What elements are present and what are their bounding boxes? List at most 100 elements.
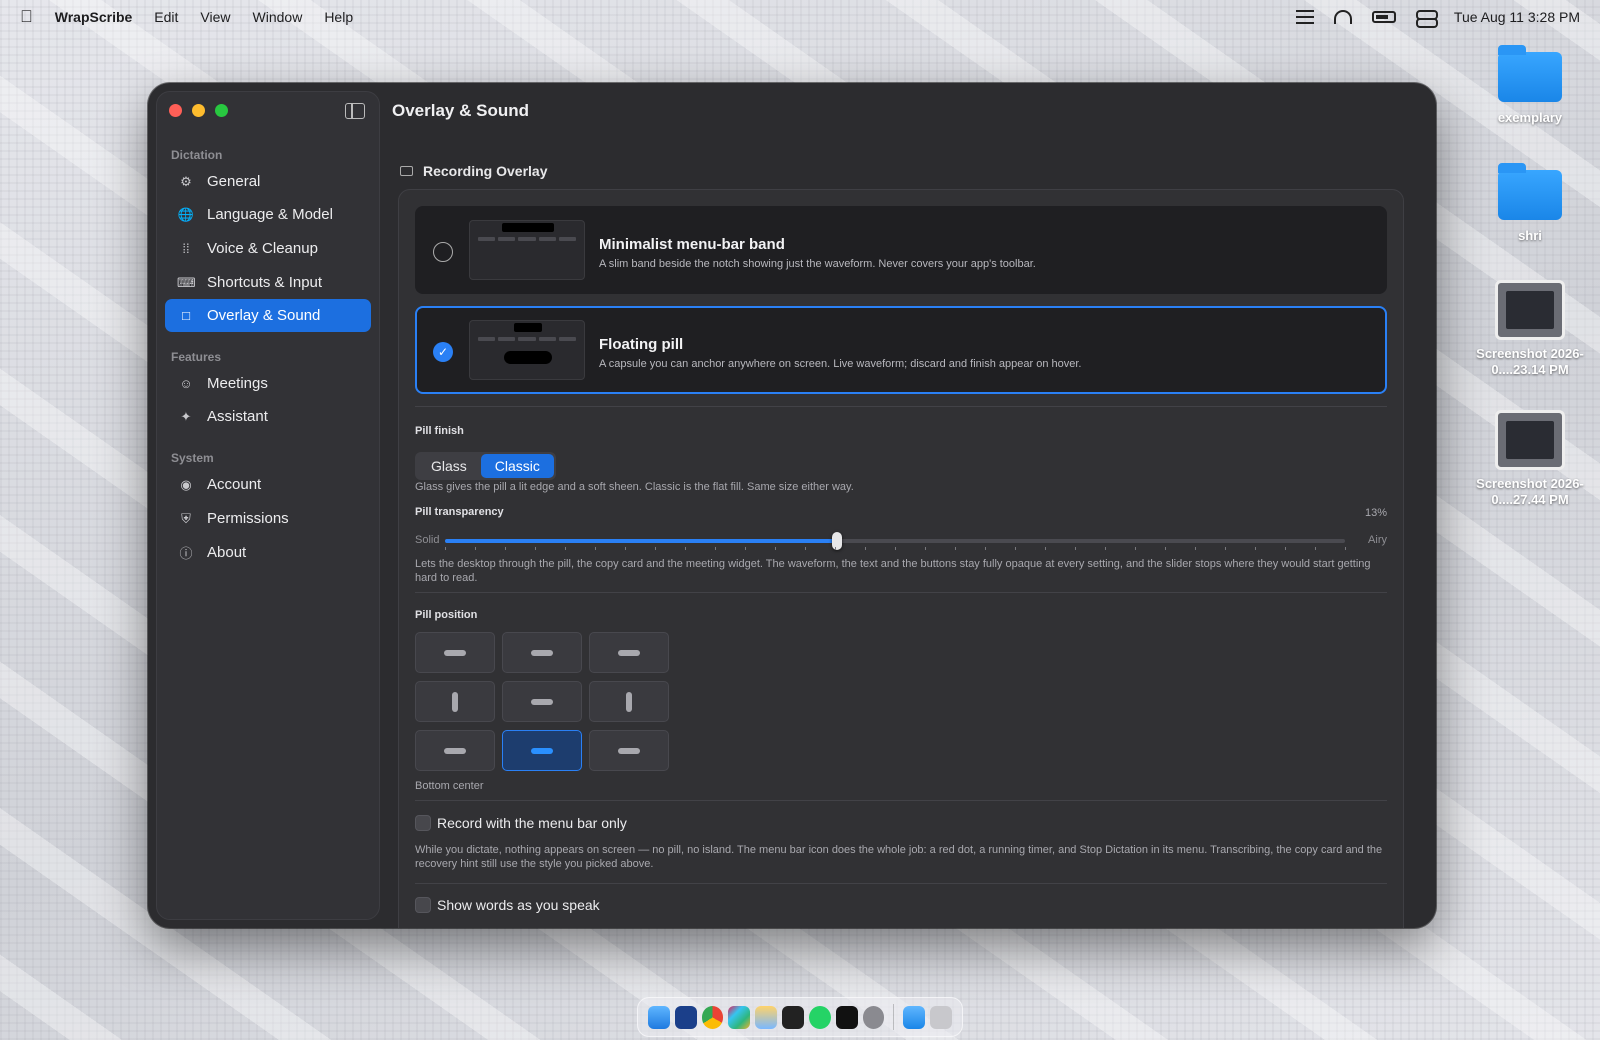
- floating-pill-preview: [469, 320, 585, 380]
- sidebar-item-language-model[interactable]: 🌐 Language & Model: [165, 198, 371, 231]
- folder-icon: [1498, 163, 1562, 220]
- position-top-center[interactable]: [502, 632, 582, 673]
- pill-position-label: Pill position: [415, 609, 478, 621]
- desktop-screenshot-2[interactable]: Screenshot 2026-0....27.44 PM: [1470, 410, 1590, 508]
- app-icon[interactable]: [755, 1005, 778, 1029]
- sidebar-item-meetings[interactable]: ☺ Meetings: [165, 367, 371, 400]
- sidebar-section-features: Features: [171, 350, 222, 364]
- pill-transparency-label: Pill transparency: [415, 506, 504, 518]
- sidebar-item-about[interactable]: ⓘ About: [165, 536, 371, 569]
- whatsapp-icon[interactable]: [808, 1005, 831, 1029]
- folder-icon: [1498, 45, 1562, 102]
- settings-icon[interactable]: [862, 1005, 885, 1029]
- close-button[interactable]: [169, 104, 182, 117]
- menu-view[interactable]: View: [200, 9, 230, 25]
- globe-icon: 🌐: [177, 206, 195, 222]
- sidebar-item-label: Shortcuts & Input: [207, 274, 323, 291]
- apple-icon[interactable]: : [20, 7, 33, 27]
- desktop-folder-exemplary[interactable]: exemplary: [1470, 45, 1590, 125]
- segment-glass[interactable]: Glass: [417, 454, 481, 478]
- option-radio[interactable]: [433, 242, 453, 262]
- screenshot-thumbnail: [1495, 280, 1565, 340]
- menu-bar-only-checkbox[interactable]: [415, 815, 431, 831]
- waveform-app-icon[interactable]: [835, 1005, 858, 1029]
- sidebar-item-assistant[interactable]: ✦ Assistant: [165, 400, 371, 433]
- option-menu-bar-band[interactable]: Minimalist menu-bar band A slim band bes…: [415, 206, 1387, 294]
- battery-icon[interactable]: [1371, 11, 1396, 23]
- sidebar-toggle-icon[interactable]: [345, 103, 365, 119]
- position-middle-right[interactable]: [589, 681, 669, 722]
- desktop-screenshot-1[interactable]: Screenshot 2026-0....23.14 PM: [1470, 280, 1590, 378]
- info-icon: ⓘ: [179, 546, 193, 561]
- slider-tick: [655, 547, 656, 550]
- app-icon[interactable]: [782, 1005, 804, 1029]
- transparency-slider[interactable]: [445, 532, 1345, 550]
- slider-min-label: Solid: [415, 534, 440, 546]
- sidebar-item-label: Language & Model: [207, 206, 333, 223]
- pill-finish-help: Glass gives the pill a lit edge and a so…: [415, 481, 854, 493]
- option-floating-pill[interactable]: ✓ Floating pill A capsule you can anchor…: [415, 306, 1387, 394]
- sidebar-item-label: Account: [207, 476, 262, 493]
- slider-tick: [1195, 547, 1196, 550]
- chrome-icon[interactable]: [701, 1005, 724, 1029]
- sidebar-item-account[interactable]: ◉ Account: [165, 468, 371, 501]
- show-words-label[interactable]: Show words as you speak: [437, 897, 600, 913]
- desktop-icon-label: shri: [1518, 228, 1542, 243]
- trash-icon[interactable]: [930, 1005, 953, 1029]
- main-content: Overlay & Sound Recording Overlay Minima…: [388, 83, 1436, 928]
- divider: [415, 800, 1387, 801]
- position-middle-center[interactable]: [502, 681, 582, 722]
- menu-window[interactable]: Window: [253, 9, 303, 25]
- slider-tick: [1075, 547, 1076, 550]
- option-title: Minimalist menu-bar band: [599, 236, 785, 253]
- position-bottom-center[interactable]: [502, 730, 582, 771]
- position-top-left[interactable]: [415, 632, 495, 673]
- dock-separator: [893, 1004, 895, 1030]
- menu-help[interactable]: Help: [324, 9, 353, 25]
- position-middle-left[interactable]: [415, 681, 495, 722]
- slider-tick: [835, 547, 836, 550]
- position-top-right[interactable]: [589, 632, 669, 673]
- option-title: Floating pill: [599, 336, 684, 353]
- sidebar-item-general[interactable]: ⚙ General: [165, 165, 371, 198]
- slider-tick: [1135, 547, 1136, 550]
- folder-icon[interactable]: [903, 1005, 926, 1029]
- position-bottom-left[interactable]: [415, 730, 495, 771]
- sidebar-section-dictation: Dictation: [171, 148, 223, 162]
- slider-tick: [505, 547, 506, 550]
- pill-mark: [618, 649, 640, 656]
- wifi-icon[interactable]: [1333, 10, 1352, 24]
- desktop-folder-shri[interactable]: shri: [1470, 163, 1590, 243]
- menu-app-name[interactable]: WrapScribe: [55, 9, 133, 25]
- segment-classic[interactable]: Classic: [480, 454, 554, 478]
- pill-mark: [618, 747, 640, 754]
- menu-bar-only-label[interactable]: Record with the menu bar only: [437, 815, 627, 831]
- slider-tick: [1045, 547, 1046, 550]
- preview-toolbar: [478, 337, 577, 341]
- slider-tick: [445, 547, 446, 550]
- menu-clock[interactable]: Tue Aug 11 3:28 PM: [1454, 9, 1580, 25]
- slider-tick: [865, 547, 866, 550]
- sidebar-item-permissions[interactable]: ⛨ Permissions: [165, 502, 371, 535]
- sidebar-item-voice-cleanup[interactable]: ⁞⁞ Voice & Cleanup: [165, 232, 371, 265]
- app-icon[interactable]: [674, 1005, 697, 1029]
- minimize-button[interactable]: [192, 104, 205, 117]
- shield-icon: ⛨: [181, 510, 191, 526]
- show-words-checkbox[interactable]: [415, 897, 431, 913]
- position-bottom-right[interactable]: [589, 730, 669, 771]
- pill-mark: [531, 649, 553, 656]
- zoom-button[interactable]: [215, 104, 228, 117]
- pill-finish-segmented: Glass Classic: [415, 452, 556, 480]
- sidebar-item-overlay-sound[interactable]: □ Overlay & Sound: [165, 299, 371, 332]
- sparkle-icon: ✦: [180, 408, 192, 424]
- menu-edit[interactable]: Edit: [154, 9, 178, 25]
- finder-icon[interactable]: [648, 1005, 670, 1029]
- slack-icon[interactable]: [728, 1005, 751, 1029]
- sidebar-item-shortcuts-input[interactable]: ⌨ Shortcuts & Input: [165, 266, 371, 299]
- slider-tick: [1345, 547, 1346, 550]
- slider-tick: [985, 547, 986, 550]
- control-center-icon[interactable]: [1415, 10, 1438, 28]
- checkmark-icon[interactable]: ✓: [433, 342, 453, 362]
- wrapscribe-status-icon[interactable]: [1295, 10, 1314, 24]
- slider-tick: [1315, 547, 1316, 550]
